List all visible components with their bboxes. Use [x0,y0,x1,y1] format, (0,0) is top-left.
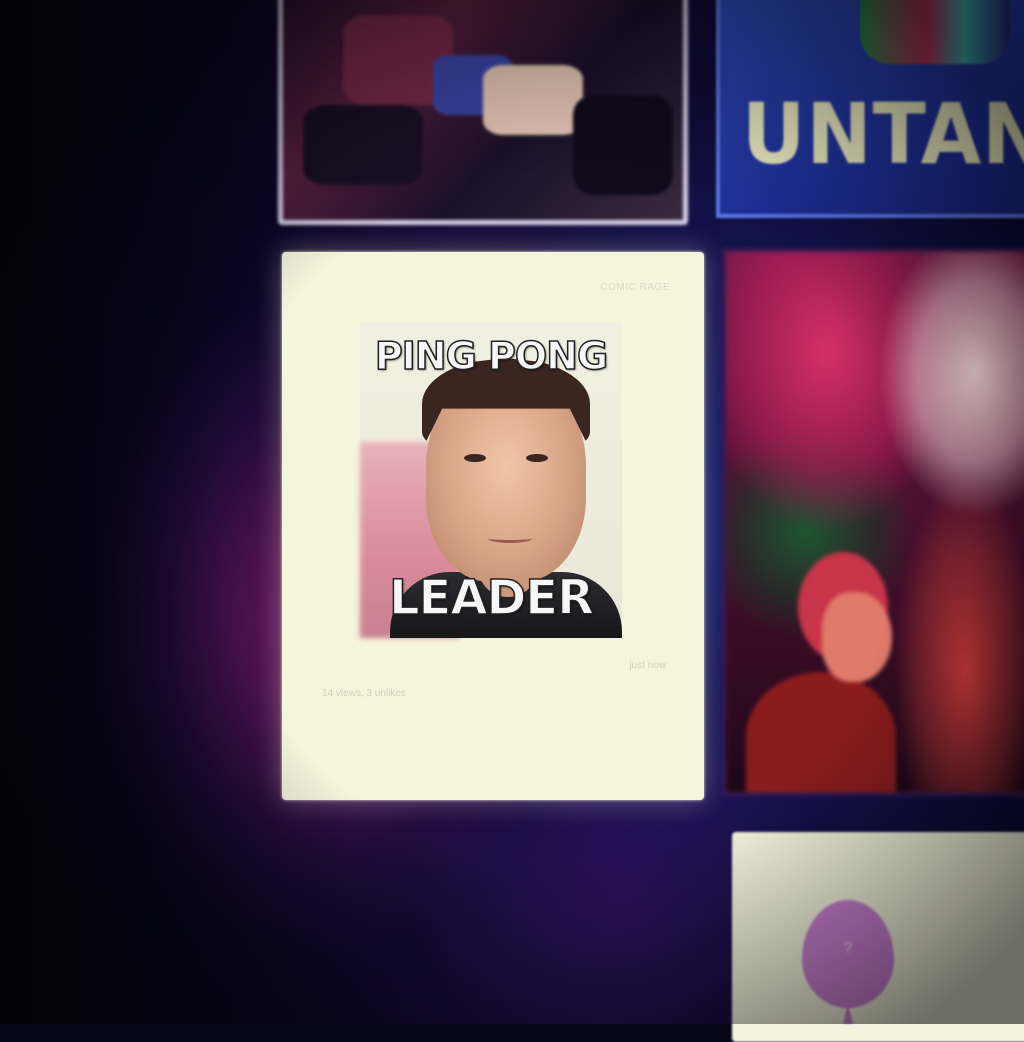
card-stats: 14 views, 3 unlikes [322,688,406,699]
photo-blob [483,65,583,135]
meme-mouth [488,534,532,543]
meme-caption-bottom: LEADER [388,569,595,627]
concert-photo-tile[interactable] [722,248,1024,796]
meme-eye-left [464,454,486,462]
balloon-card[interactable]: ? [732,832,1024,1042]
meme-image[interactable]: PING PONG LEADER [360,322,622,638]
photo-blob [573,95,673,195]
card-tag: COMIC RAGE [600,282,670,293]
banner-title: UNTANGI [742,86,1024,184]
card-timestamp: just now [629,660,666,671]
photo-person-face [822,592,892,682]
photo-blob [303,105,423,185]
meme-eye-right [526,454,548,462]
photo-tile-top[interactable] [278,0,688,225]
meme-card[interactable]: COMIC RAGE PING PONG LEADER just now 14 … [282,252,704,800]
banner-tile[interactable]: UNTANGI [716,0,1024,218]
banner-illustration [860,0,1010,64]
meme-caption-top: PING PONG [374,333,609,379]
balloon-icon: ? [802,900,894,1008]
photo-person-body [746,672,896,792]
balloon-label: ? [843,940,853,957]
